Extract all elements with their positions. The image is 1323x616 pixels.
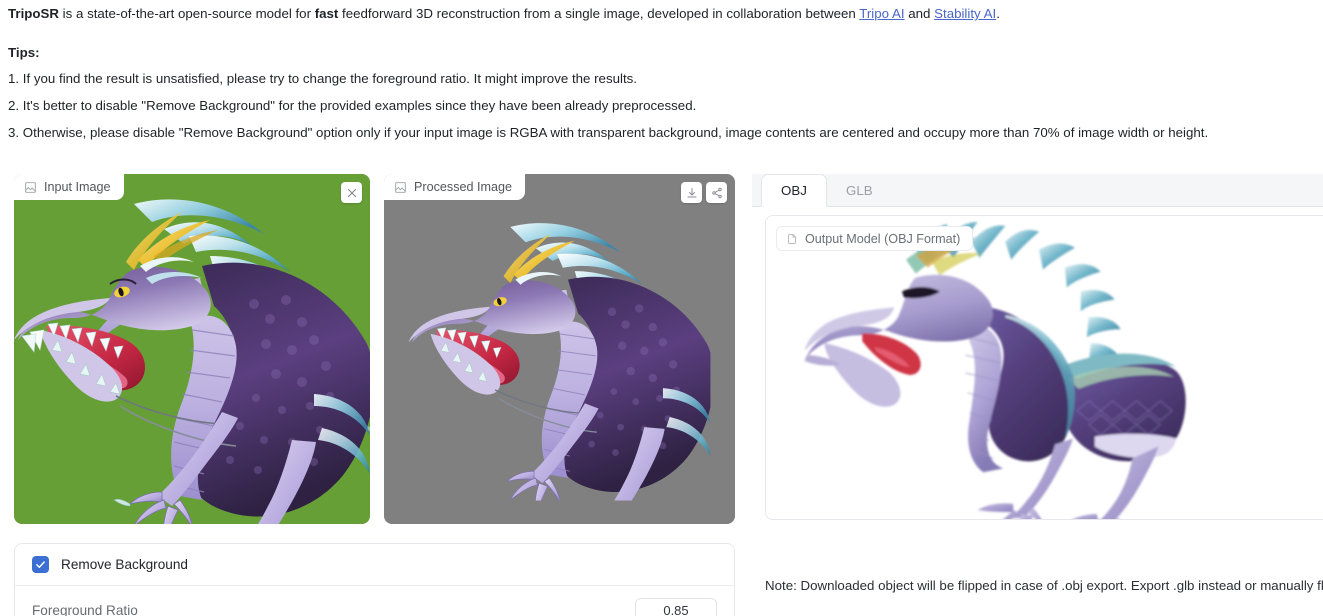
tab-obj-label: OBJ bbox=[781, 183, 807, 198]
desc-part-1: is a state-of-the-art open-source model … bbox=[58, 6, 315, 21]
link-stability-ai[interactable]: Stability AI bbox=[934, 6, 996, 21]
download-button[interactable] bbox=[681, 182, 702, 203]
desc-period: . bbox=[996, 6, 1000, 21]
image-icon bbox=[395, 181, 406, 193]
tip-item-2: 2. It's better to disable "Remove Backgr… bbox=[8, 98, 697, 113]
remove-background-label: Remove Background bbox=[61, 557, 188, 572]
tab-obj[interactable]: OBJ bbox=[761, 174, 827, 207]
share-icon bbox=[711, 187, 722, 198]
tips-title: Tips: bbox=[8, 45, 40, 60]
input-image-label: Input Image bbox=[44, 180, 111, 194]
processed-dragon-artwork bbox=[408, 199, 711, 501]
model-viewer[interactable]: Output Model (OBJ Format) bbox=[765, 215, 1323, 520]
model-3d-render bbox=[804, 221, 1186, 519]
output-tabbar: OBJ GLB bbox=[752, 174, 1323, 207]
app-description: TripoSR is a state-of-the-art open-sourc… bbox=[8, 5, 1318, 23]
file-icon bbox=[788, 233, 796, 244]
output-model-label-chip: Output Model (OBJ Format) bbox=[776, 226, 974, 251]
desc-part-2: feedforward 3D reconstruction from a sin… bbox=[338, 6, 860, 21]
tip-item-3: 3. Otherwise, please disable "Remove Bac… bbox=[8, 125, 1209, 140]
processed-image-label: Processed Image bbox=[414, 180, 513, 194]
close-button[interactable] bbox=[341, 182, 362, 203]
tab-glb-label: GLB bbox=[846, 183, 873, 198]
link-tripo-ai[interactable]: Tripo AI bbox=[859, 6, 904, 21]
check-icon bbox=[36, 561, 45, 568]
controls-card: Remove Background Foreground Ratio 0.85 bbox=[14, 543, 735, 616]
desc-bold-word: fast bbox=[314, 6, 339, 21]
input-dragon-artwork bbox=[14, 174, 370, 524]
tip-item-1: 1. If you find the result is unsatisfied… bbox=[8, 71, 637, 86]
processed-image-canvas bbox=[384, 174, 735, 524]
tab-glb[interactable]: GLB bbox=[827, 174, 892, 207]
desc-conjunction: and bbox=[904, 6, 935, 21]
download-icon bbox=[687, 187, 696, 197]
processed-image-actions bbox=[681, 182, 727, 203]
input-image-actions bbox=[341, 182, 362, 203]
remove-background-checkbox[interactable] bbox=[32, 556, 49, 573]
close-icon bbox=[347, 188, 356, 197]
panels-row: Input Image Processed Image OBJ GLB Outp… bbox=[0, 160, 1323, 616]
input-image-canvas bbox=[14, 174, 370, 524]
image-icon bbox=[25, 181, 36, 193]
output-panel: OBJ GLB Output Model (OBJ Format) Note: … bbox=[752, 160, 1323, 616]
output-model-label: Output Model (OBJ Format) bbox=[805, 231, 961, 246]
remove-background-row[interactable]: Remove Background bbox=[15, 544, 734, 586]
input-image-card[interactable]: Input Image bbox=[14, 174, 370, 524]
app-page: TripoSR is a state-of-the-art open-sourc… bbox=[0, 0, 1323, 616]
export-note: Note: Downloaded object will be flipped … bbox=[765, 578, 1323, 593]
brand-name: TripoSR bbox=[8, 6, 59, 21]
foreground-ratio-row: Foreground Ratio 0.85 bbox=[15, 586, 734, 616]
processed-image-card[interactable]: Processed Image bbox=[384, 174, 735, 524]
model-viewer-canvas bbox=[766, 216, 1323, 519]
foreground-ratio-input[interactable]: 0.85 bbox=[635, 597, 717, 616]
processed-image-label-chip: Processed Image bbox=[384, 174, 526, 200]
share-button[interactable] bbox=[706, 182, 727, 203]
foreground-ratio-label: Foreground Ratio bbox=[32, 602, 138, 616]
input-image-label-chip: Input Image bbox=[14, 174, 124, 200]
